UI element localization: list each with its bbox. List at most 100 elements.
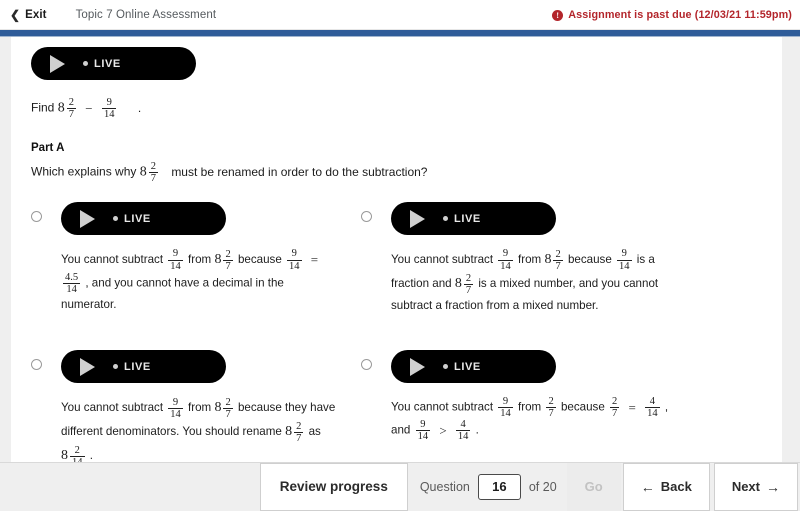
option-text: You cannot subtract 9 14 from 827 because… bbox=[61, 248, 339, 314]
live-label: LIVE bbox=[124, 212, 151, 225]
mixed-number-stem: 827 bbox=[140, 161, 160, 184]
option-text-run: from bbox=[518, 400, 542, 414]
total-questions-label: of 20 bbox=[528, 479, 557, 494]
denominator: 14 bbox=[63, 282, 81, 295]
fraction-9-14: 9 14 bbox=[101, 97, 117, 120]
option-text-run: . bbox=[89, 448, 93, 462]
review-progress-button[interactable]: Review progress bbox=[259, 462, 408, 511]
numerator: 9 bbox=[420, 419, 426, 431]
option-text-run: . bbox=[475, 423, 479, 437]
scroll-region[interactable]: LIVE Find 827 − 9 14 . Part A Which expl… bbox=[0, 37, 800, 462]
numerator: 9 bbox=[172, 396, 179, 408]
numerator: 9 bbox=[502, 396, 509, 408]
option-text-run: from bbox=[188, 401, 212, 415]
option-text: You cannot subtract 9 14 from 827 because… bbox=[391, 248, 669, 315]
play-triangle-icon[interactable] bbox=[80, 357, 95, 376]
option-body: LIVE You cannot subtract 9 14 from 827 bec… bbox=[61, 202, 361, 314]
navigation-footer: Review progress Question of 20 Go ← Back… bbox=[0, 462, 800, 511]
operator: = bbox=[310, 252, 319, 268]
part-a-label: Part A bbox=[31, 142, 65, 155]
go-button[interactable]: Go bbox=[566, 462, 621, 511]
radio-option-d[interactable] bbox=[361, 359, 372, 371]
radio-option-b[interactable] bbox=[361, 211, 372, 223]
numerator: 2 bbox=[225, 397, 231, 409]
answer-option-option-d[interactable]: LIVE You cannot subtract 9 14 from 27 beca… bbox=[361, 350, 691, 462]
read-aloud-player-option-d[interactable]: LIVE bbox=[391, 350, 556, 384]
denominator: 7 bbox=[553, 259, 563, 272]
fraction-4.5-14: 4.5 14 bbox=[63, 271, 81, 295]
option-body: LIVE You cannot subtract 9 14 from 827 bec… bbox=[391, 202, 691, 315]
operator: = bbox=[628, 399, 636, 415]
live-dot-icon bbox=[443, 216, 448, 222]
whole-part: 8 bbox=[214, 400, 222, 416]
denominator: 7 bbox=[223, 408, 233, 421]
denominator: 7 bbox=[546, 407, 556, 420]
read-aloud-player-option-a[interactable]: LIVE bbox=[61, 202, 226, 236]
option-text-run: You cannot subtract bbox=[391, 253, 494, 267]
whole-part: 8 bbox=[57, 100, 65, 116]
live-dot-icon bbox=[83, 61, 88, 66]
question-panel: LIVE Find 827 − 9 14 . Part A Which expl… bbox=[11, 37, 782, 462]
operator: > bbox=[439, 422, 447, 438]
question-word-label: Question bbox=[419, 479, 470, 494]
denominator: 7 bbox=[610, 407, 620, 420]
mixed-number-8-2-7: 827 bbox=[58, 97, 78, 120]
numerator: 4.5 bbox=[65, 271, 79, 283]
mixed-number-8-2-7: 827 bbox=[544, 248, 564, 272]
denominator: 14 bbox=[415, 430, 431, 443]
answer-option-option-a[interactable]: LIVE You cannot subtract 9 14 from 827 bec… bbox=[31, 202, 361, 315]
exit-button[interactable]: ❮ Exit bbox=[10, 9, 47, 21]
question-stem: Which explains why 827 must be renamed i… bbox=[31, 161, 762, 184]
mixed-number-8-2-14: 8214 bbox=[61, 444, 87, 462]
play-triangle-icon[interactable] bbox=[80, 209, 95, 228]
alert-icon: ! bbox=[552, 9, 564, 21]
whole-part: 8 bbox=[214, 252, 222, 268]
option-text-run: as bbox=[308, 425, 321, 439]
find-prefix: Find bbox=[31, 100, 55, 115]
play-triangle-icon[interactable] bbox=[410, 357, 425, 376]
question-jump-group: Question of 20 bbox=[410, 463, 567, 511]
option-text-run: because bbox=[237, 253, 282, 267]
numerator: 2 bbox=[555, 248, 561, 260]
whole-part: 8 bbox=[454, 275, 462, 291]
live-label: LIVE bbox=[454, 212, 481, 225]
back-button[interactable]: ← Back bbox=[622, 462, 710, 511]
option-text-run: , and you cannot have a decimal in the n… bbox=[61, 276, 284, 311]
numerator: 2 bbox=[74, 444, 80, 456]
next-button[interactable]: Next → bbox=[713, 462, 798, 511]
option-text-run: from bbox=[518, 253, 542, 267]
numerator: 2 bbox=[150, 161, 156, 173]
option-text-run: because bbox=[567, 253, 612, 267]
find-expression-line: Find 827 − 9 14 . bbox=[31, 97, 762, 120]
live-label: LIVE bbox=[454, 360, 481, 373]
exit-button-label: Exit bbox=[25, 8, 47, 21]
live-dot-icon bbox=[113, 216, 118, 222]
option-text-run: from bbox=[188, 253, 212, 267]
option-text: You cannot subtract 9 14 from 827 because… bbox=[61, 396, 339, 462]
live-label: LIVE bbox=[124, 360, 151, 373]
read-aloud-player-question[interactable]: LIVE bbox=[31, 47, 196, 80]
option-text-run: You cannot subtract bbox=[61, 401, 164, 415]
fraction-4-14: 4 14 bbox=[455, 419, 471, 442]
play-triangle-icon[interactable] bbox=[50, 54, 65, 73]
radio-option-c[interactable] bbox=[31, 359, 42, 371]
live-label: LIVE bbox=[94, 57, 121, 70]
radio-option-a[interactable] bbox=[31, 211, 42, 223]
fraction-9-14: 9 14 bbox=[415, 419, 431, 443]
denominator: 7 bbox=[223, 259, 233, 272]
denominator: 7 bbox=[294, 431, 304, 444]
read-aloud-player-option-c[interactable]: LIVE bbox=[61, 350, 226, 384]
question-number-input[interactable] bbox=[477, 473, 521, 500]
option-body: LIVE You cannot subtract 9 14 from 827 bec… bbox=[61, 350, 361, 462]
denominator: 14 bbox=[498, 259, 513, 272]
fraction-9-14: 9 14 bbox=[168, 397, 183, 420]
whole-part: 8 bbox=[139, 164, 147, 180]
play-triangle-icon[interactable] bbox=[410, 209, 425, 228]
numerator: 2 bbox=[548, 396, 554, 408]
whole-part: 8 bbox=[61, 447, 68, 462]
answer-option-option-c[interactable]: LIVE You cannot subtract 9 14 from 827 bec… bbox=[31, 350, 361, 462]
read-aloud-player-option-b[interactable]: LIVE bbox=[391, 202, 556, 236]
answer-option-option-b[interactable]: LIVE You cannot subtract 9 14 from 827 bec… bbox=[361, 202, 691, 315]
live-dot-icon bbox=[113, 364, 118, 370]
numerator: 9 bbox=[106, 97, 112, 108]
